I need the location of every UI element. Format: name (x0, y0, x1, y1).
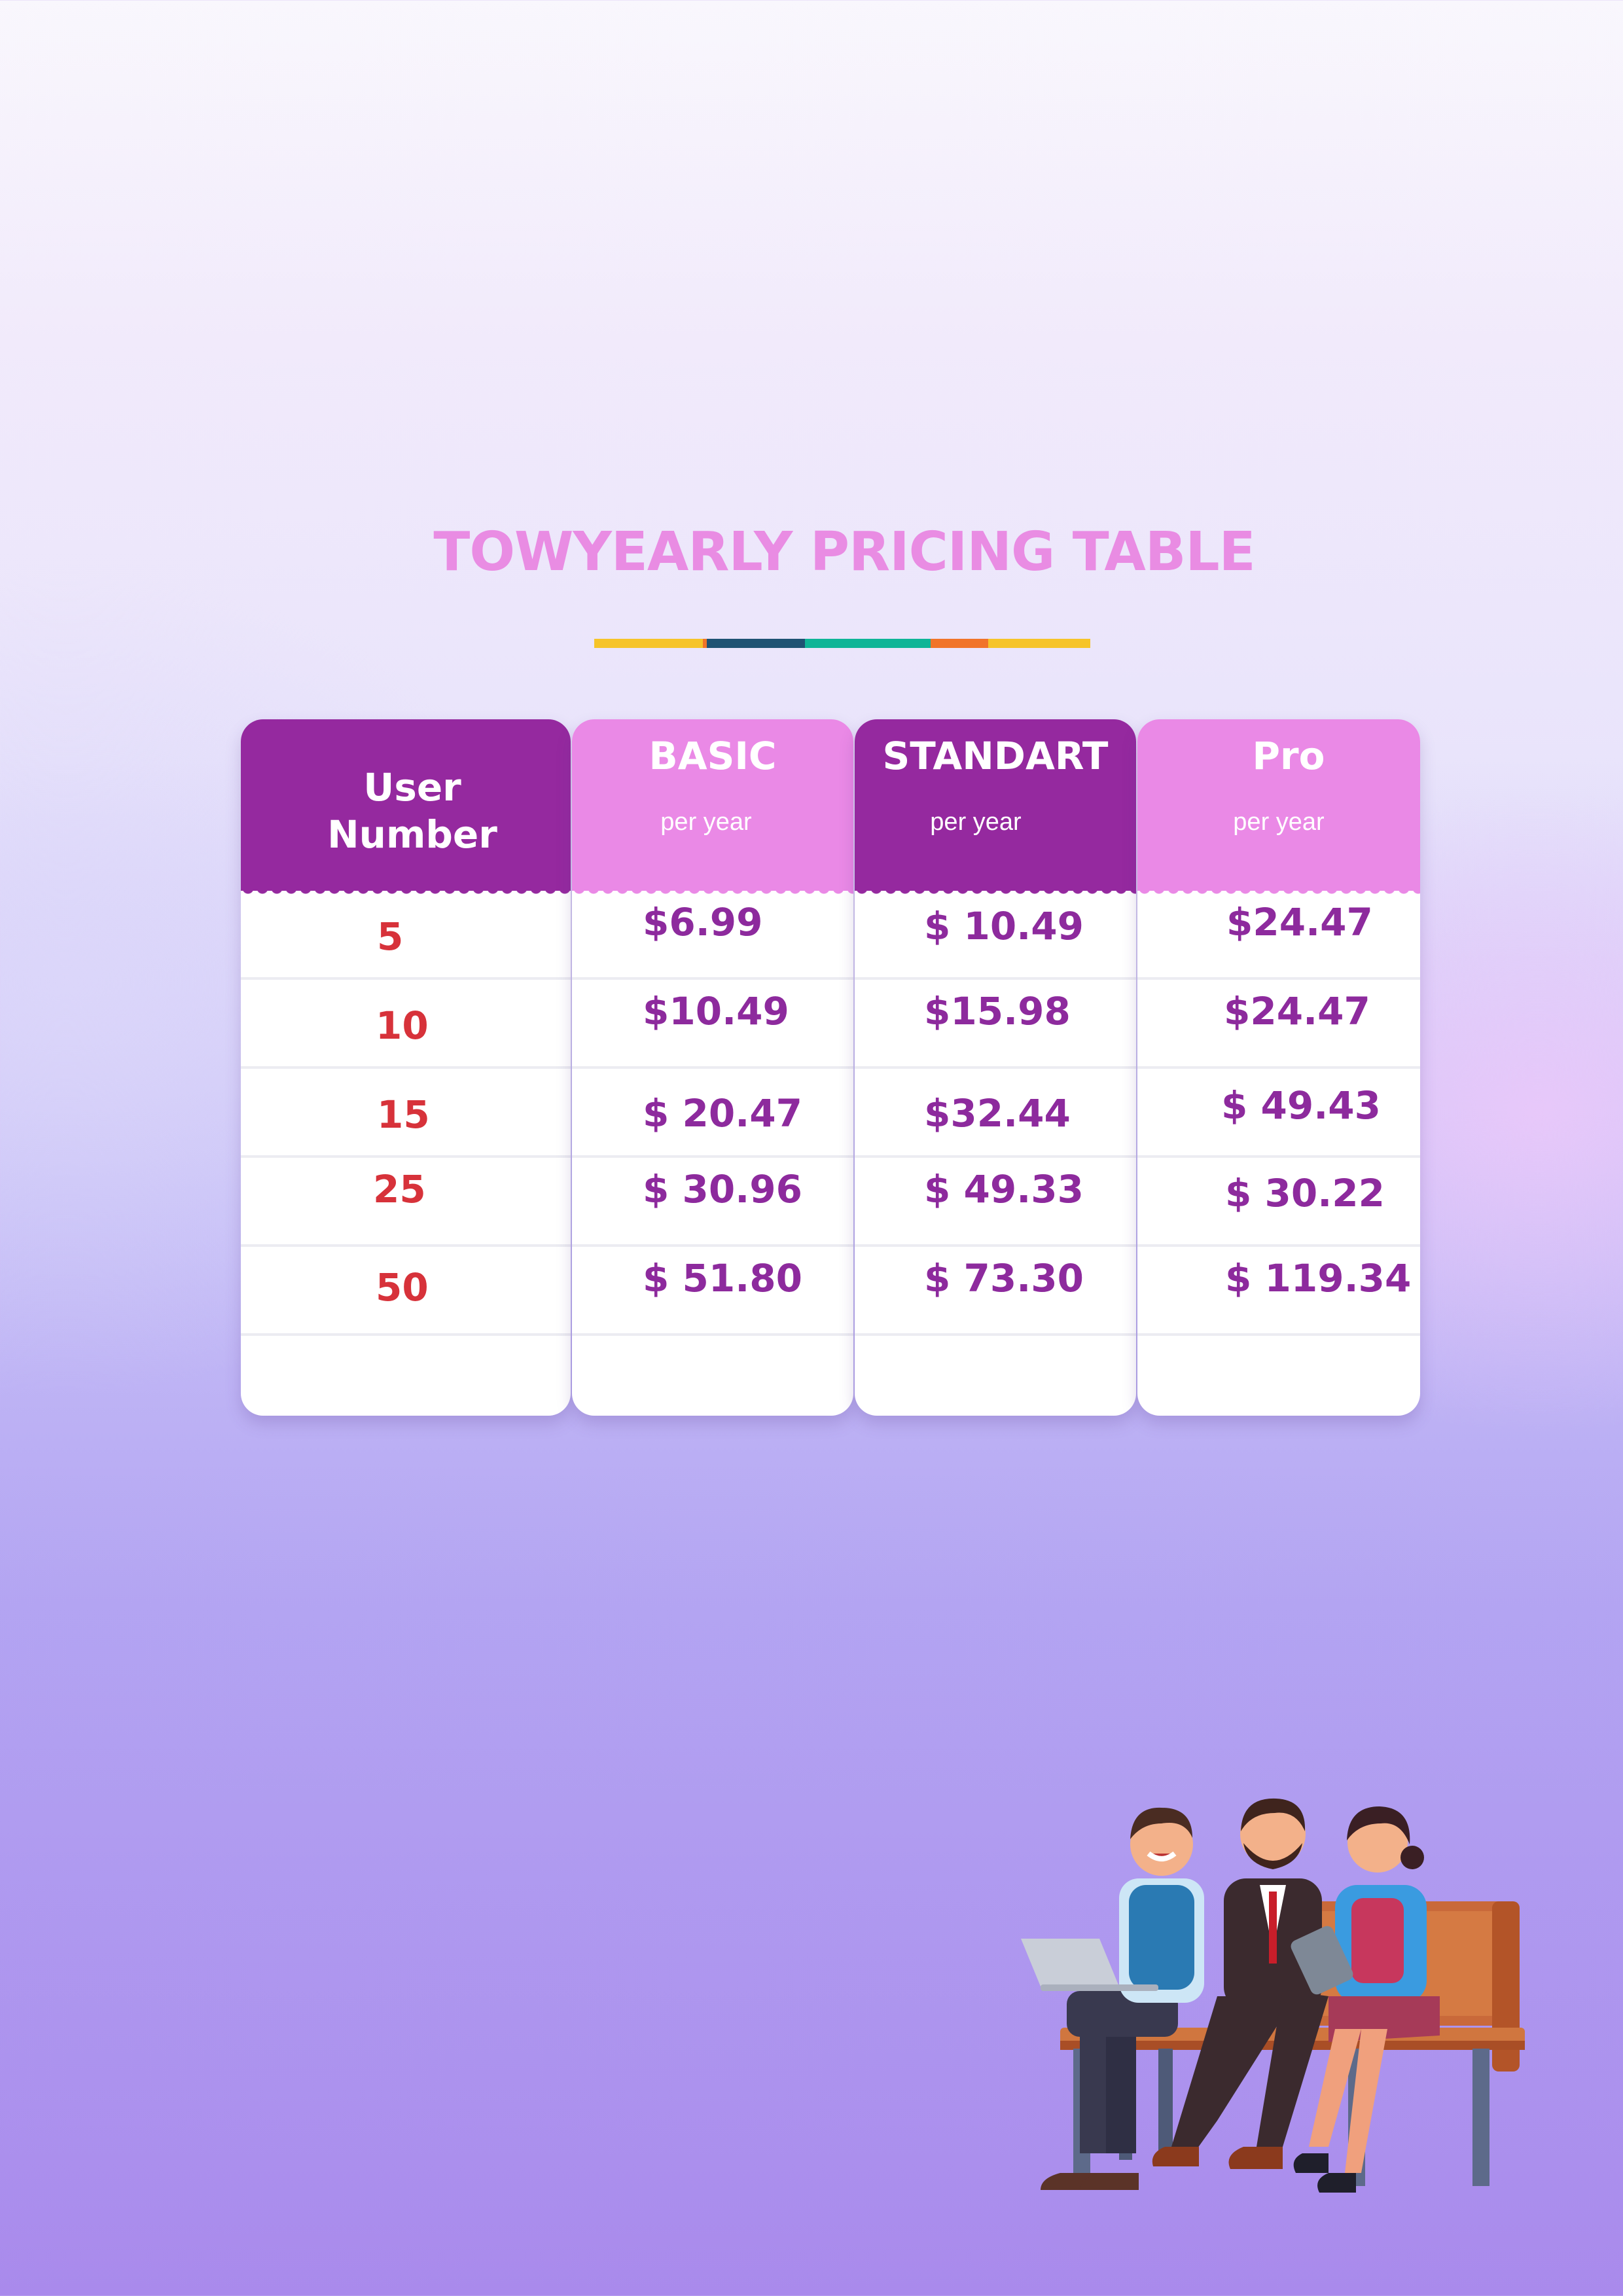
plan-name: Pro (1252, 734, 1325, 778)
price-cell: $ 49.33 (924, 1167, 1084, 1211)
three-business-people-on-bench-icon (1021, 1798, 1525, 2193)
price-cell: $24.47 (1226, 900, 1373, 944)
user-number-cell: 5 (377, 914, 404, 959)
table-row: $ 30.96 (572, 1158, 853, 1247)
price-cell: $ 51.80 (643, 1256, 803, 1300)
table-row: $32.44 (855, 1069, 1136, 1158)
price-cell: $ 10.49 (924, 904, 1084, 948)
table-row: 25 (241, 1158, 571, 1247)
price-cell: $ 73.30 (924, 1256, 1084, 1300)
table-row: $ 119.34 (1137, 1247, 1420, 1336)
plan-period: per year (660, 808, 752, 836)
table-row: $15.98 (855, 980, 1136, 1069)
basic-plan-header: BASIC per year (572, 719, 853, 897)
user-number-header: User Number (241, 719, 571, 897)
table-row: $ 30.22 (1137, 1158, 1420, 1247)
table-row: $ 73.30 (855, 1247, 1136, 1336)
plan-name: STANDART (882, 734, 1109, 778)
table-row: $ 49.43 (1137, 1069, 1420, 1158)
table-row: $6.99 (572, 891, 853, 980)
price-cell: $ 49.43 (1221, 1083, 1382, 1128)
price-cell: $ 30.96 (643, 1167, 803, 1211)
basic-plan-column: BASIC per year $6.99 $10.49 $ 20.47 $ 30… (572, 719, 853, 1416)
price-cell: $10.49 (643, 989, 789, 1033)
table-row: $ 51.80 (572, 1247, 853, 1336)
divider-segment (707, 639, 805, 648)
price-cell: $ 20.47 (643, 1091, 803, 1136)
table-row: 50 (241, 1247, 571, 1336)
table-row: $24.47 (1137, 980, 1420, 1069)
user-number-column: User Number 5 10 15 25 50 (241, 719, 571, 1416)
user-number-cell: 50 (376, 1265, 429, 1310)
plan-period: per year (1233, 808, 1325, 836)
user-number-heading: User Number (327, 765, 497, 857)
price-cell: $6.99 (643, 900, 763, 944)
price-cell: $ 30.22 (1225, 1171, 1385, 1215)
divider-segment (805, 639, 931, 648)
table-row: $24.47 (1137, 891, 1420, 980)
divider-segment (594, 639, 703, 648)
standart-plan-column: STANDART per year $ 10.49 $15.98 $32.44 … (855, 719, 1136, 1416)
plan-name: BASIC (649, 734, 777, 778)
user-number-cell: 10 (376, 1003, 429, 1048)
divider-segment (931, 639, 988, 648)
price-cell: $24.47 (1224, 989, 1370, 1033)
price-cell: $15.98 (924, 989, 1071, 1033)
table-row: 10 (241, 980, 571, 1069)
pro-plan-header: Pro per year (1137, 719, 1420, 897)
standart-plan-header: STANDART per year (855, 719, 1136, 897)
table-row: $ 10.49 (855, 891, 1136, 980)
price-cell: $32.44 (924, 1091, 1071, 1136)
user-number-cell: 25 (373, 1167, 426, 1211)
page-title: TOWYEARLY PRICING TABLE (433, 521, 1255, 583)
table-row: $ 20.47 (572, 1069, 853, 1158)
price-cell: $ 119.34 (1225, 1256, 1412, 1300)
title-divider (594, 639, 1090, 648)
divider-segment (988, 639, 1090, 648)
plan-period: per year (930, 808, 1022, 836)
table-row: 15 (241, 1069, 571, 1158)
table-row: $ 49.33 (855, 1158, 1136, 1247)
pro-plan-column: Pro per year $24.47 $24.47 $ 49.43 $ 30.… (1137, 719, 1420, 1416)
table-row: $10.49 (572, 980, 853, 1069)
user-number-cell: 15 (377, 1092, 430, 1137)
table-row: 5 (241, 891, 571, 980)
